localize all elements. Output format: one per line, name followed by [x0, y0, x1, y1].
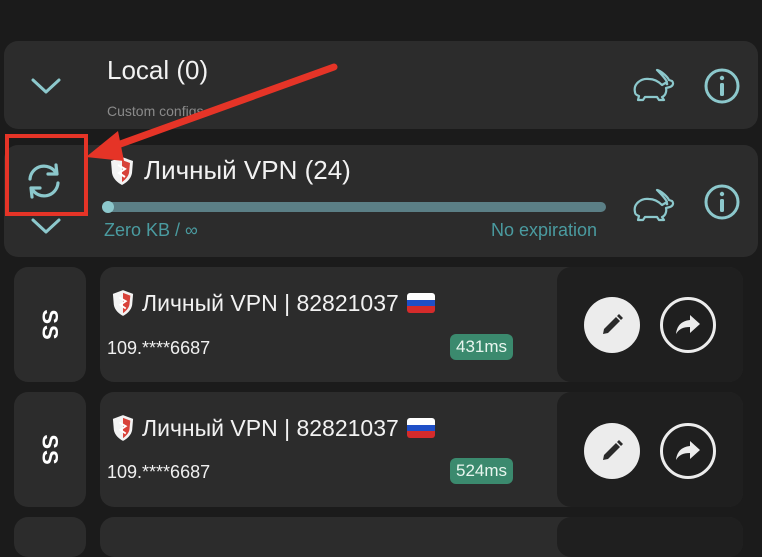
annotation-arrow — [86, 63, 338, 161]
